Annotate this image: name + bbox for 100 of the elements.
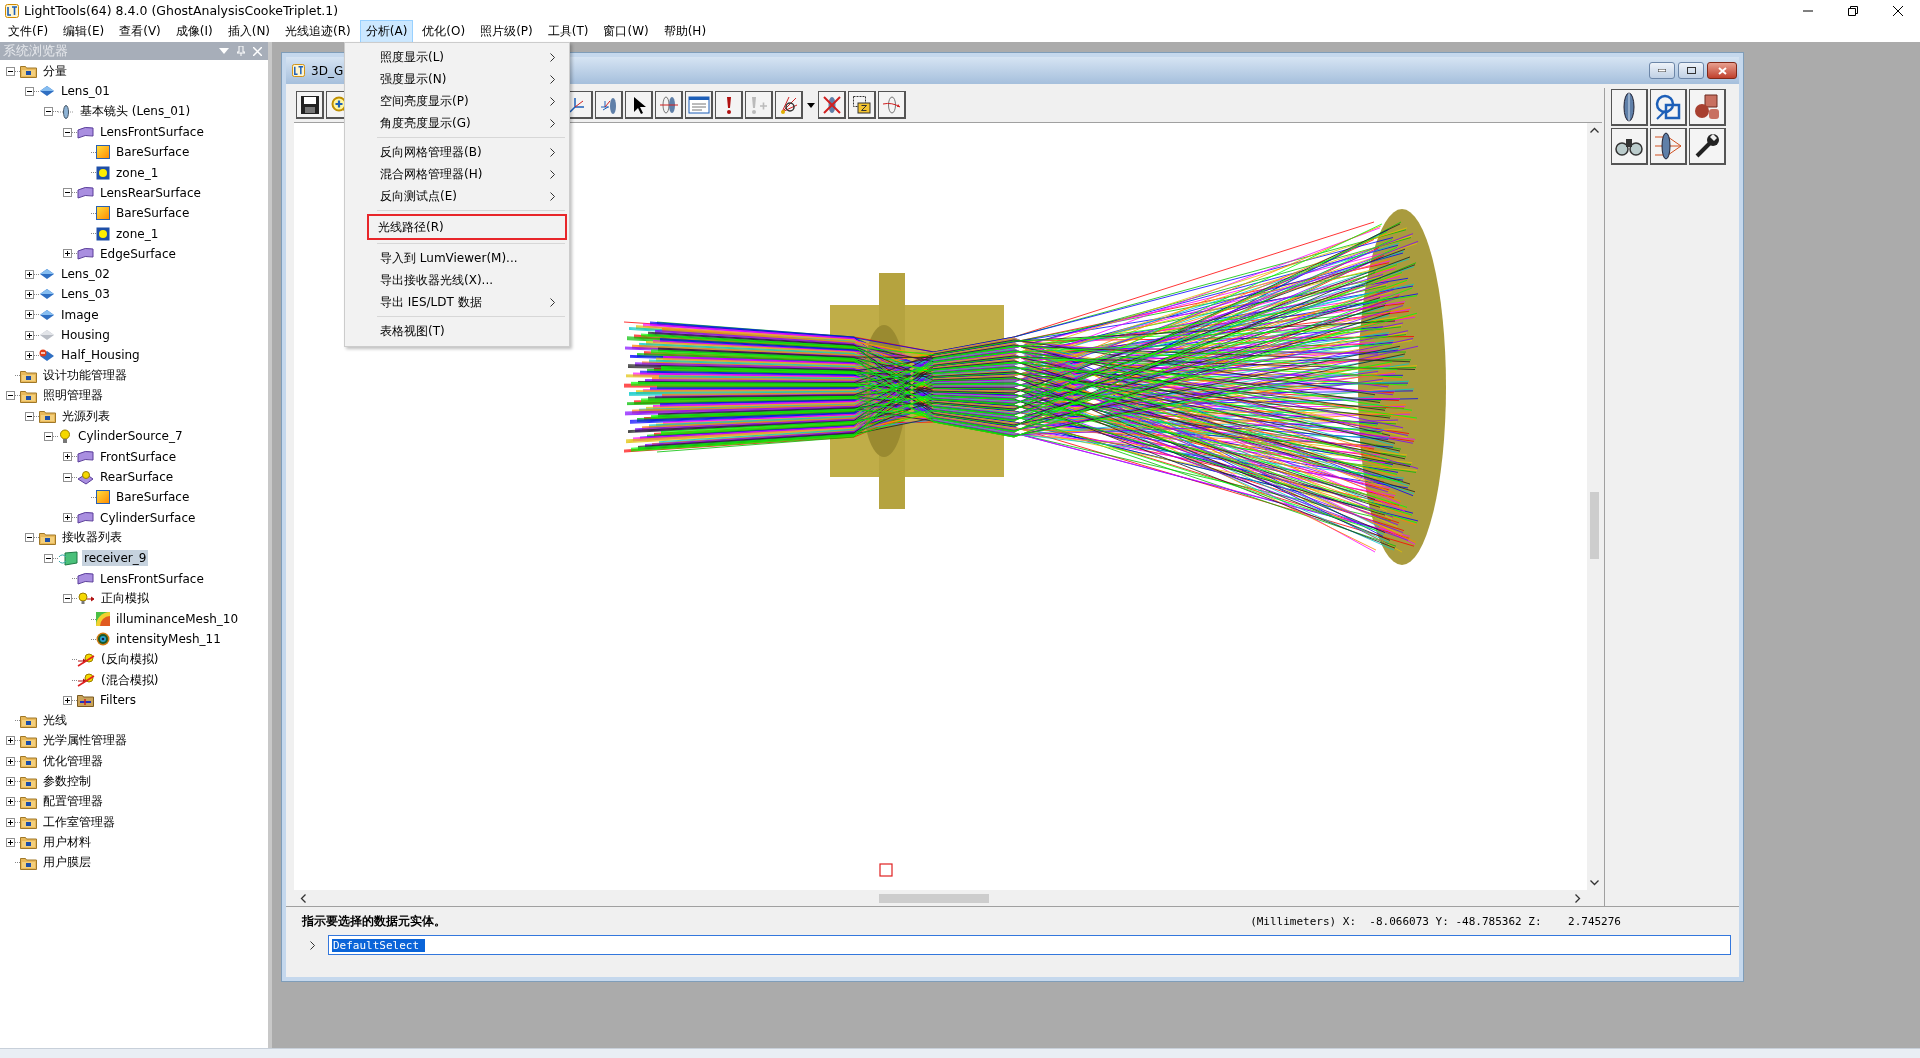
- scroll-left-icon[interactable]: [300, 893, 306, 903]
- maximize-button[interactable]: [1678, 62, 1704, 79]
- tree-toggle[interactable]: [25, 350, 34, 360]
- tree-item[interactable]: 工作室管理器: [41, 812, 117, 832]
- tree-item[interactable]: Half_Housing: [59, 347, 142, 364]
- tree-item[interactable]: receiver_9: [82, 550, 149, 567]
- menu-item[interactable]: 光线追迹(R): [279, 20, 357, 43]
- toolbar-button[interactable]: [818, 91, 846, 119]
- tree-item[interactable]: BareSurface: [114, 489, 192, 506]
- tree-toggle[interactable]: [63, 127, 72, 137]
- tree-item[interactable]: zone_1: [114, 164, 161, 181]
- tree-item[interactable]: 分量: [41, 61, 69, 81]
- tree-item[interactable]: Lens_03: [59, 286, 112, 303]
- menu-entry[interactable]: 导入到 LumViewer(M)...: [347, 247, 567, 269]
- tree-item[interactable]: Image: [59, 306, 101, 323]
- tree-toggle[interactable]: [63, 249, 72, 259]
- tree-toggle[interactable]: [25, 533, 34, 543]
- scroll-thumb[interactable]: [1590, 492, 1599, 559]
- scroll-down-icon[interactable]: [1590, 880, 1599, 886]
- tree-toggle[interactable]: [6, 797, 15, 807]
- tree-toggle[interactable]: [25, 86, 34, 96]
- menu-item[interactable]: 文件(F): [2, 20, 55, 43]
- tree-item[interactable]: BareSurface: [114, 205, 192, 222]
- tree-item[interactable]: 用户膜层: [41, 853, 93, 873]
- tree-toggle[interactable]: [25, 289, 34, 299]
- toolbar-button[interactable]: [625, 91, 653, 119]
- toolbar-button[interactable]: [878, 91, 906, 119]
- tree-item[interactable]: 照明管理器: [41, 386, 105, 406]
- tree-item[interactable]: 光学属性管理器: [41, 731, 129, 751]
- tree-item[interactable]: CylinderSurface: [98, 509, 198, 526]
- tree-item[interactable]: zone_1: [114, 225, 161, 242]
- tree-item[interactable]: FrontSurface: [98, 448, 179, 465]
- tree-item[interactable]: intensityMesh_11: [114, 631, 223, 648]
- menu-entry[interactable]: 表格视图(T): [347, 320, 567, 342]
- tool-button[interactable]: [1689, 128, 1726, 165]
- tree-item[interactable]: 优化管理器: [41, 751, 105, 771]
- menu-item[interactable]: 分析(A): [359, 20, 414, 43]
- tree-item[interactable]: 设计功能管理器: [41, 366, 129, 386]
- menu-item[interactable]: 照片级(P): [474, 20, 539, 43]
- menu-entry[interactable]: 空间亮度显示(P): [347, 90, 567, 112]
- tree-item[interactable]: LensFrontSurface: [98, 570, 206, 587]
- tree-toggle[interactable]: [25, 269, 34, 279]
- tool-button[interactable]: [1689, 89, 1726, 126]
- toolbar-button[interactable]: [745, 91, 773, 119]
- tree-toggle[interactable]: [6, 756, 15, 766]
- tree-toggle[interactable]: [44, 553, 53, 563]
- tree-item[interactable]: 用户材料: [41, 832, 93, 852]
- tree-toggle[interactable]: [63, 472, 72, 482]
- toolbar-button[interactable]: [775, 91, 803, 119]
- toolbar-button[interactable]: [595, 91, 623, 119]
- menu-entry[interactable]: 混合网格管理器(H): [347, 163, 567, 185]
- tree-toggle[interactable]: [25, 411, 34, 421]
- menu-entry[interactable]: 导出 IES/LDT 数据: [347, 291, 567, 313]
- tree-toggle[interactable]: [44, 107, 53, 117]
- tree-item[interactable]: 基本镜头 (Lens_01): [78, 102, 193, 122]
- tree-toggle[interactable]: [63, 513, 72, 523]
- menu-entry[interactable]: 光线路径(R): [367, 214, 567, 240]
- tree-toggle[interactable]: [63, 695, 72, 705]
- menu-entry[interactable]: 角度亮度显示(G): [347, 112, 567, 134]
- toolbar-button[interactable]: [715, 91, 743, 119]
- toolbar-button[interactable]: [685, 91, 713, 119]
- tree-toggle[interactable]: [63, 188, 72, 198]
- toolbar-button[interactable]: [848, 91, 876, 119]
- menu-entry[interactable]: 照度显示(L): [347, 46, 567, 68]
- tree-item[interactable]: 配置管理器: [41, 792, 105, 812]
- menu-entry[interactable]: 导出接收器光线(X)...: [347, 269, 567, 291]
- close-button[interactable]: [1707, 62, 1737, 79]
- tool-button[interactable]: [1650, 128, 1687, 165]
- tool-button[interactable]: [1650, 89, 1687, 126]
- scroll-up-icon[interactable]: [1590, 127, 1599, 133]
- menu-item[interactable]: 编辑(E): [57, 20, 111, 43]
- tool-button[interactable]: [1611, 128, 1648, 165]
- tree-item[interactable]: illuminanceMesh_10: [114, 611, 241, 628]
- tree-toggle[interactable]: [6, 66, 15, 76]
- tree-item[interactable]: RearSurface: [98, 469, 176, 486]
- tree-item[interactable]: Housing: [59, 327, 112, 343]
- tree-item[interactable]: 正向模拟: [99, 589, 151, 609]
- tree-toggle[interactable]: [25, 310, 34, 320]
- tree-item[interactable]: CylinderSource_7: [76, 428, 185, 445]
- tree-item[interactable]: 接收器列表: [60, 528, 124, 548]
- tree-toggle[interactable]: [6, 736, 15, 746]
- tree-item[interactable]: EdgeSurface: [98, 245, 178, 262]
- tree-item[interactable]: LensRearSurface: [98, 184, 203, 201]
- tree-item[interactable]: (反向模拟): [99, 650, 161, 670]
- tree-toggle[interactable]: [6, 777, 15, 787]
- menu-item[interactable]: 优化(O): [416, 20, 472, 43]
- scroll-thumb[interactable]: [879, 893, 989, 903]
- tree-toggle[interactable]: [6, 391, 15, 401]
- tree-item[interactable]: Filters: [98, 692, 138, 709]
- toolbar-button[interactable]: [655, 91, 683, 119]
- menu-entry[interactable]: 反向测试点(E): [347, 185, 567, 207]
- menu-item[interactable]: 帮助(H): [657, 20, 713, 43]
- scroll-right-icon[interactable]: [1575, 893, 1581, 903]
- tree-item[interactable]: 参数控制: [41, 772, 93, 792]
- menu-item[interactable]: 窗口(W): [597, 20, 655, 43]
- tree-toggle[interactable]: [63, 452, 72, 462]
- menu-item[interactable]: 查看(V): [113, 20, 167, 43]
- tree-toggle[interactable]: [6, 817, 15, 827]
- tree-item[interactable]: (混合模拟): [99, 670, 161, 690]
- tree-toggle[interactable]: [63, 594, 72, 604]
